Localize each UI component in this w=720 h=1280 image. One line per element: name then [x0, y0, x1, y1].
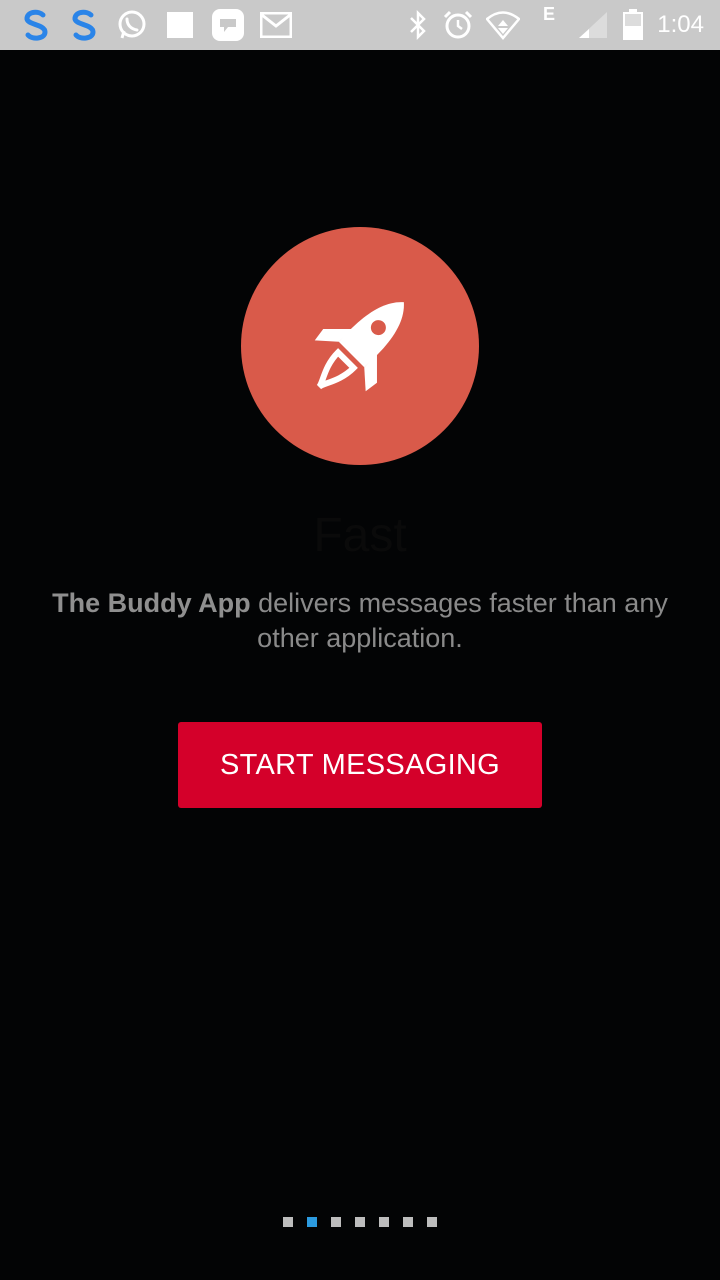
skype-icon: [18, 0, 54, 50]
description-text: delivers messages faster than any other …: [250, 588, 668, 653]
network-type-label: E: [543, 4, 556, 24]
gmail-icon: [259, 0, 293, 50]
alarm-icon: [441, 0, 475, 50]
page-indicator-dot: [307, 1217, 317, 1227]
status-bar: E 1:04: [0, 0, 720, 50]
messenger-icon: [209, 0, 247, 50]
status-time: 1:04: [657, 11, 704, 38]
bluetooth-icon: [403, 0, 433, 50]
onboarding-description: The Buddy App delivers messages faster t…: [40, 586, 680, 656]
brand-name: The Buddy App: [52, 588, 251, 618]
skype-icon: [66, 0, 102, 50]
start-messaging-button[interactable]: START MESSAGING: [178, 722, 542, 808]
square-notification-icon: [164, 0, 196, 50]
page-indicator-dot: [427, 1217, 437, 1227]
page-indicator-dot: [331, 1217, 341, 1227]
page-indicator-dot: [403, 1217, 413, 1227]
whatsapp-icon: [114, 0, 150, 50]
signal-icon: [576, 0, 610, 50]
page-title: Fast: [313, 509, 407, 562]
hero-icon-circle: [241, 227, 479, 465]
page-indicator: [0, 1217, 720, 1229]
page-indicator-dot: [283, 1217, 293, 1227]
wifi-icon: [485, 0, 521, 50]
rocket-icon: [314, 302, 404, 392]
page-indicator-dot: [355, 1217, 365, 1227]
page-indicator-dot: [379, 1217, 389, 1227]
battery-icon: [620, 0, 646, 50]
